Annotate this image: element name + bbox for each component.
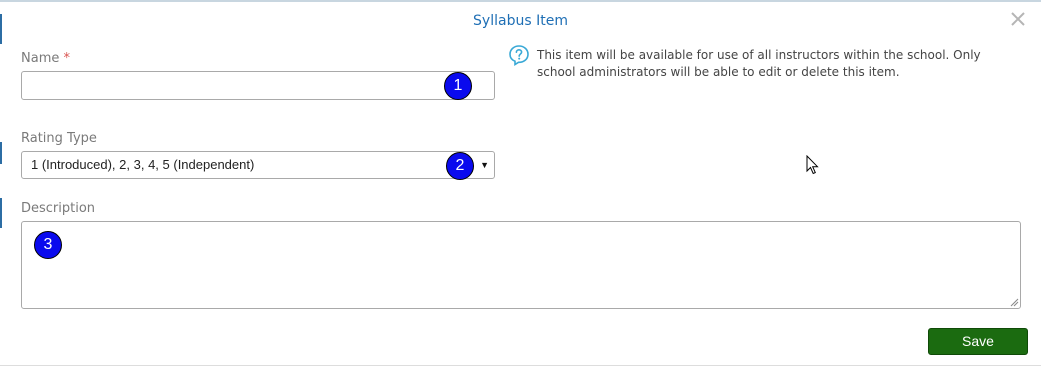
rating-type-select[interactable]: 1 (Introduced), 2, 3, 4, 5 (Independent)… bbox=[21, 151, 495, 179]
required-marker: * bbox=[63, 51, 71, 66]
info-text: This item will be available for use of a… bbox=[537, 48, 981, 79]
rating-type-label: Rating Type bbox=[21, 131, 97, 146]
name-label-text: Name bbox=[21, 51, 60, 66]
step-badge-2: 2 bbox=[446, 152, 474, 180]
background-edge bbox=[0, 142, 2, 164]
step-badge-1: 1 bbox=[444, 72, 472, 100]
question-bubble-icon bbox=[509, 45, 529, 66]
mouse-cursor-icon bbox=[806, 155, 819, 175]
step-badge-3: 3 bbox=[34, 231, 62, 259]
rating-type-selected: 1 (Introduced), 2, 3, 4, 5 (Independent) bbox=[31, 157, 255, 172]
dropdown-arrow-icon: ▼ bbox=[480, 160, 489, 170]
background-edge bbox=[0, 198, 2, 228]
name-label: Name * bbox=[21, 51, 70, 66]
resize-grip-icon[interactable] bbox=[1010, 298, 1019, 307]
dialog-title: Syllabus Item bbox=[473, 13, 568, 29]
description-textarea[interactable] bbox=[21, 221, 1021, 309]
close-icon[interactable] bbox=[1009, 10, 1027, 28]
syllabus-item-dialog: Syllabus Item Name * 1 This item will be… bbox=[0, 0, 1041, 366]
save-button[interactable]: Save bbox=[928, 328, 1028, 355]
name-input[interactable] bbox=[21, 71, 495, 100]
description-label: Description bbox=[21, 201, 96, 216]
